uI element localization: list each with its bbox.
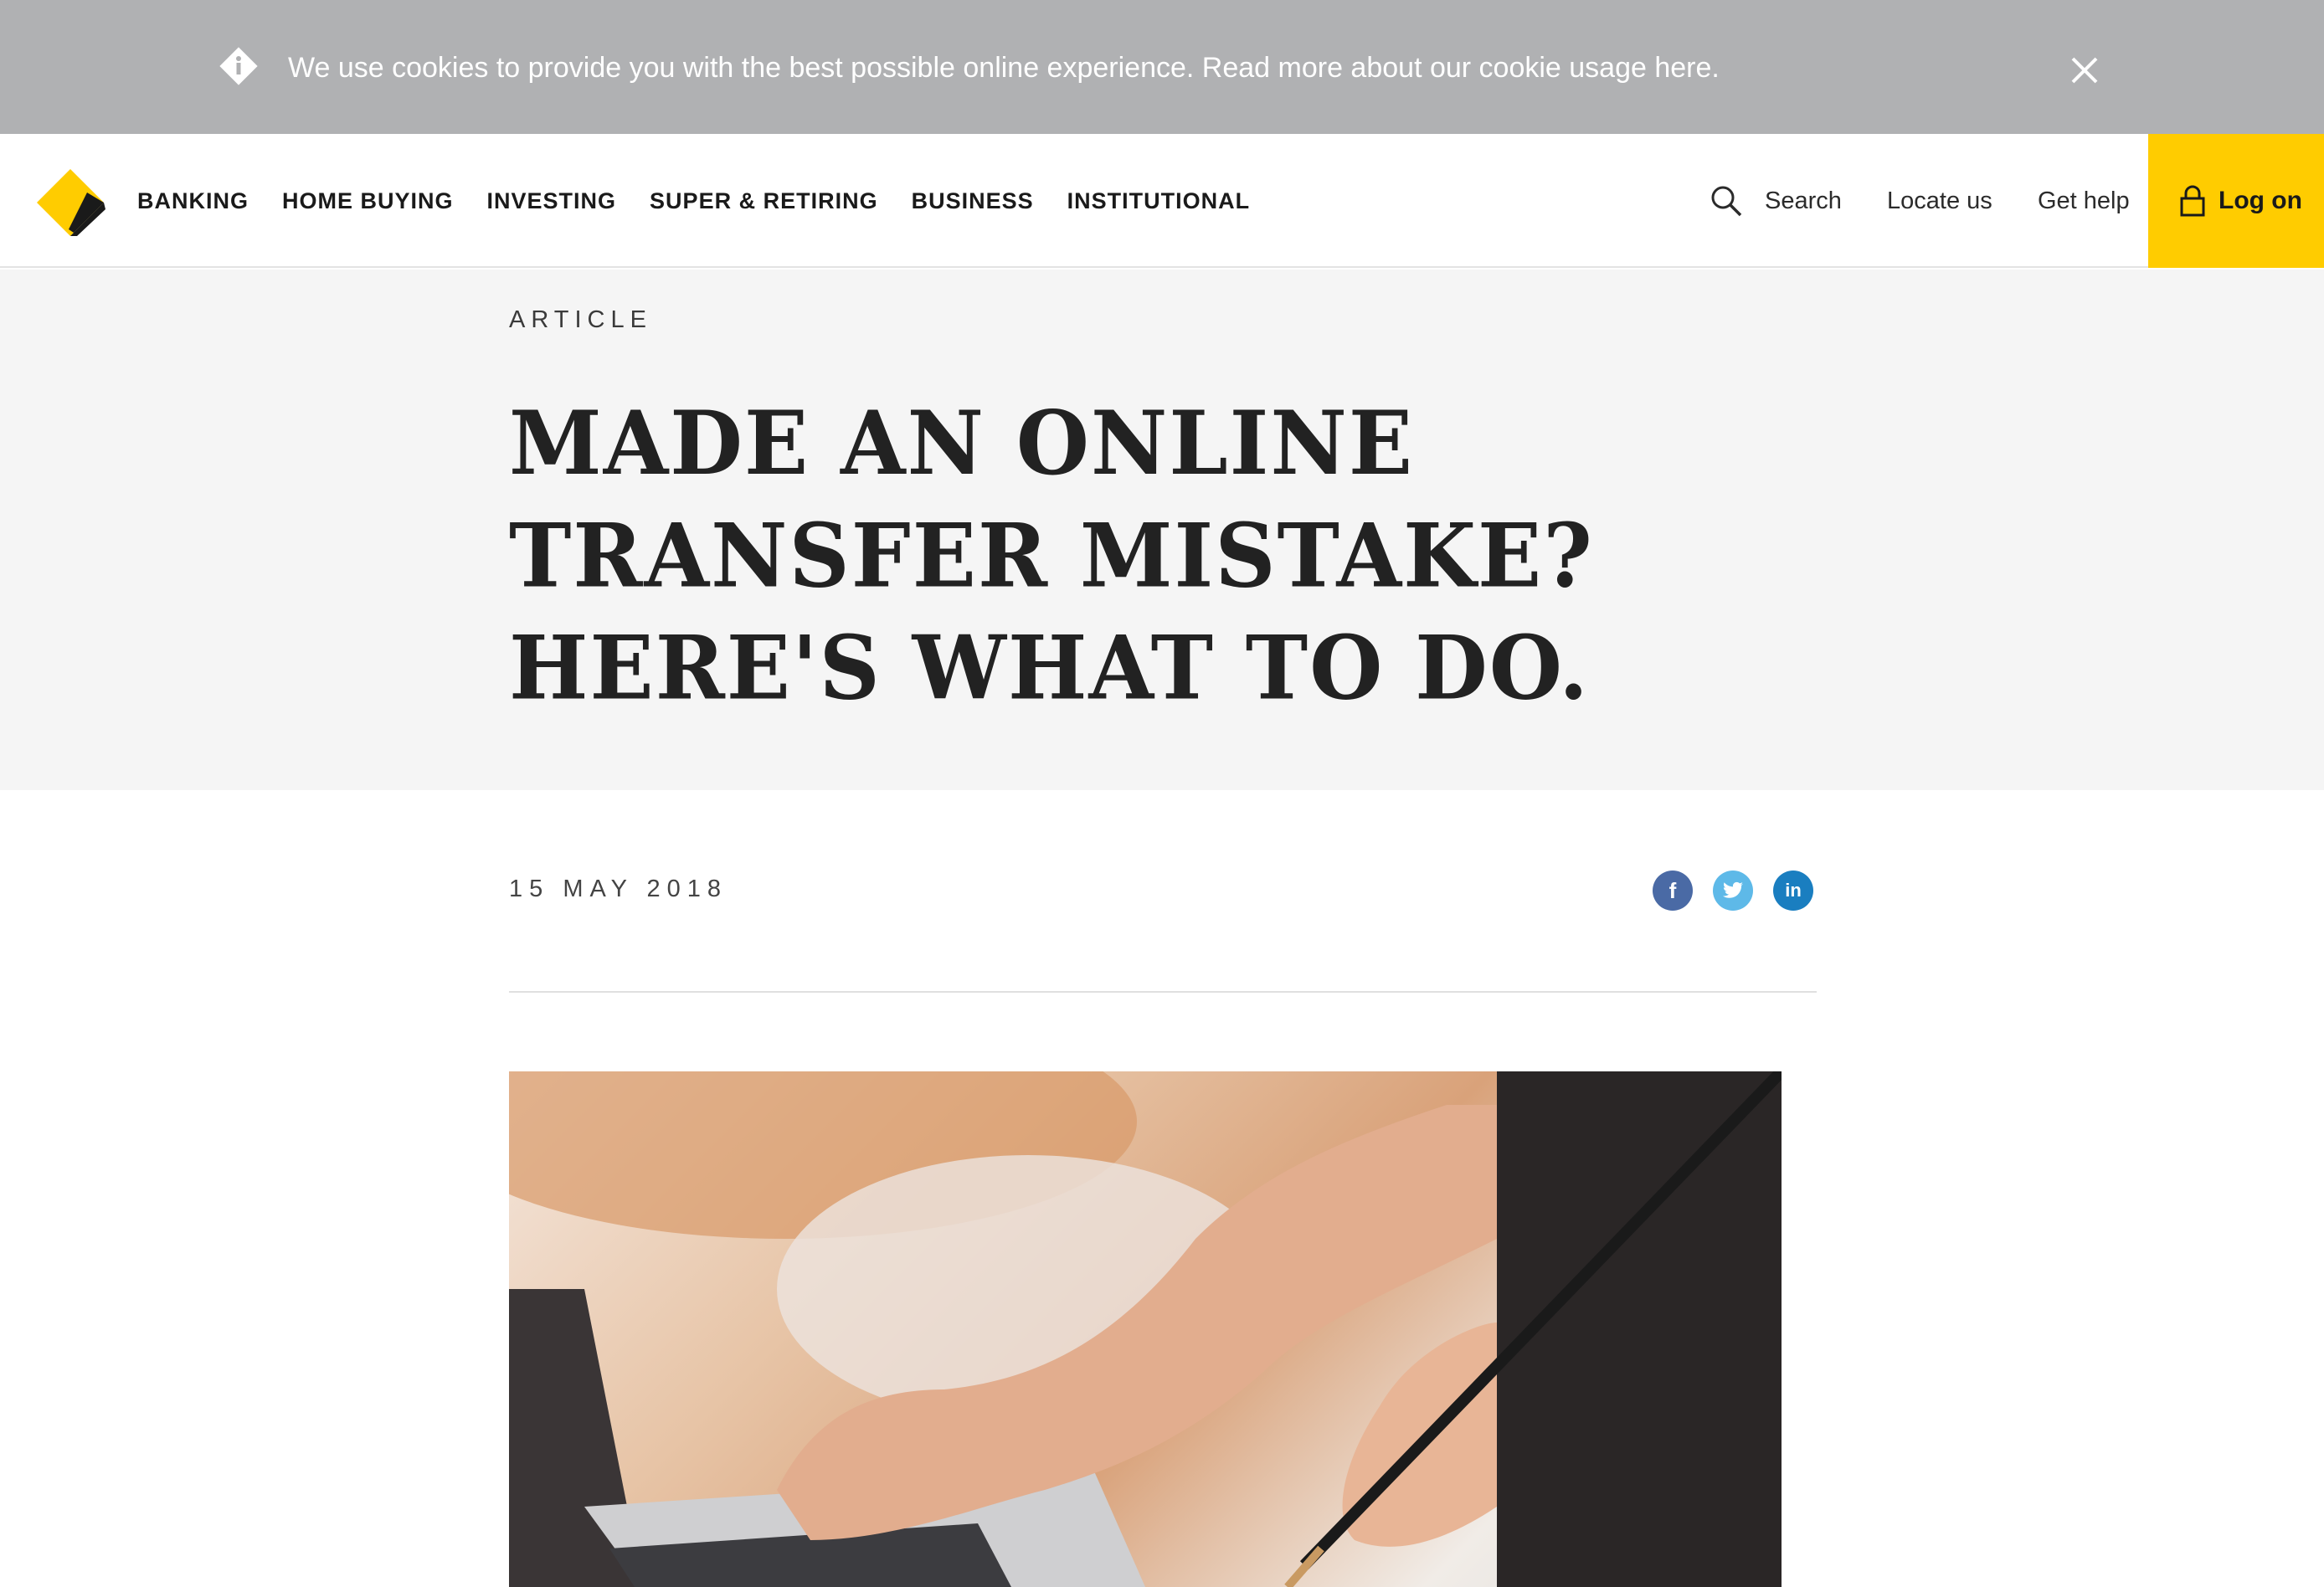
- brand-logo[interactable]: [35, 167, 105, 238]
- cookie-text: We use cookies to provide you with the b…: [288, 52, 1195, 84]
- facebook-icon[interactable]: f: [1653, 871, 1693, 911]
- share-buttons: f in: [1653, 871, 1833, 911]
- main-nav: BANKING HOME BUYING INVESTING SUPER & RE…: [137, 134, 1283, 268]
- search-label: Search: [1765, 187, 1842, 214]
- nav-business[interactable]: BUSINESS: [912, 188, 1034, 214]
- nav-banking[interactable]: BANKING: [137, 188, 249, 214]
- cookie-banner: We use cookies to provide you with the b…: [0, 0, 2324, 134]
- nav-home-buying[interactable]: HOME BUYING: [282, 188, 454, 214]
- twitter-icon[interactable]: [1713, 871, 1753, 911]
- nav-investing[interactable]: INVESTING: [487, 188, 617, 214]
- log-on-button[interactable]: Log on: [2148, 134, 2324, 268]
- linkedin-icon[interactable]: in: [1773, 871, 1813, 911]
- close-icon[interactable]: [2068, 54, 2101, 87]
- twitter-bird-icon: [1723, 881, 1744, 898]
- nav-institutional[interactable]: INSTITUTIONAL: [1067, 188, 1250, 214]
- page-title: MADE AN ONLINE TRANSFER MISTAKE? HERE'S …: [509, 391, 1594, 720]
- laptop-hands-illustration: [509, 1071, 1782, 1587]
- cookie-policy-link[interactable]: Read more about our cookie usage here: [1202, 52, 1712, 84]
- search-button[interactable]: Search: [1710, 134, 1842, 268]
- article-date: 15 MAY 2018: [509, 876, 728, 902]
- article-kicker: ARTICLE: [509, 306, 652, 333]
- cookie-message: We use cookies to provide you with the b…: [288, 47, 1720, 89]
- log-on-label: Log on: [2219, 187, 2302, 214]
- nav-super-retiring[interactable]: SUPER & RETIRING: [650, 188, 878, 214]
- lock-icon: [2180, 185, 2205, 217]
- article-image: [509, 1071, 1782, 1587]
- locate-us-link[interactable]: Locate us: [1887, 134, 1992, 268]
- cookie-period: .: [1711, 52, 1720, 84]
- info-icon: [219, 47, 258, 85]
- site-header: BANKING HOME BUYING INVESTING SUPER & RE…: [0, 134, 2324, 268]
- article-hero: ARTICLE MADE AN ONLINE TRANSFER MISTAKE?…: [0, 270, 2324, 790]
- get-help-link[interactable]: Get help: [2038, 134, 2130, 268]
- divider: [509, 991, 1817, 993]
- search-icon: [1711, 186, 1742, 217]
